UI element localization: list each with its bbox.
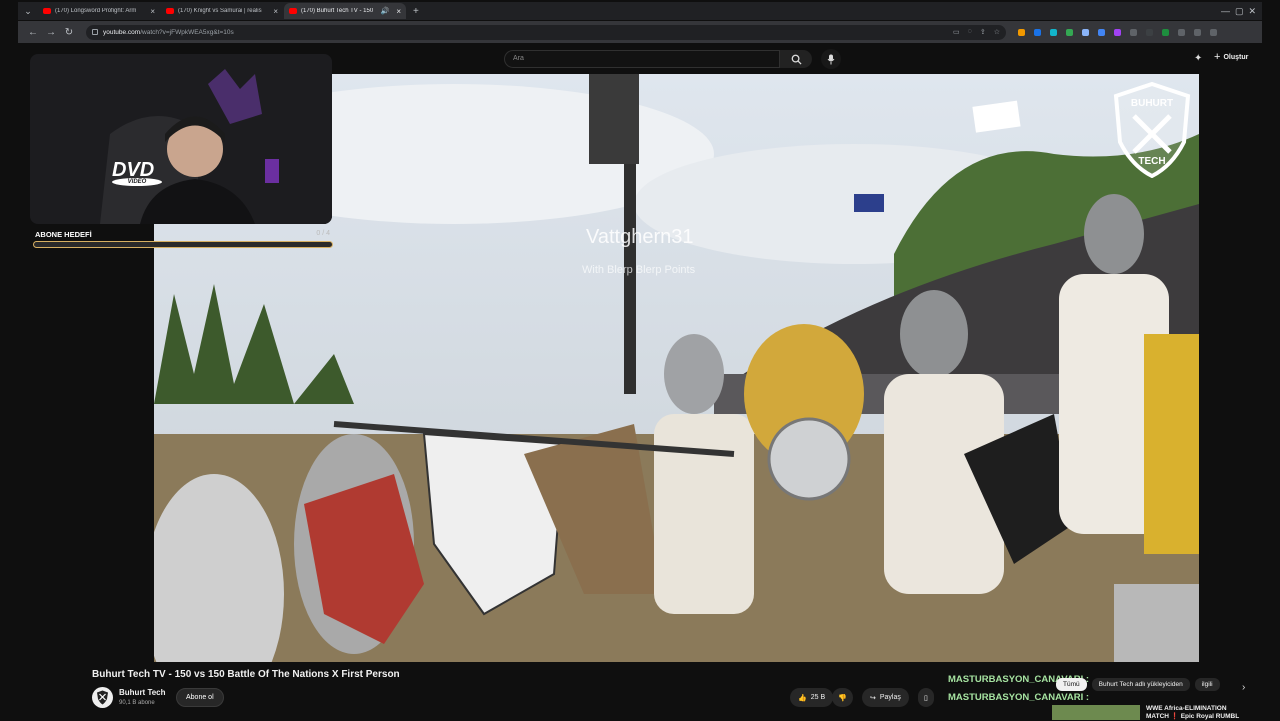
- back-icon[interactable]: ←: [24, 27, 42, 38]
- extension-icon[interactable]: [1082, 28, 1089, 36]
- chip-related[interactable]: ilgili: [1194, 678, 1220, 691]
- speaker-icon[interactable]: 🔊: [381, 7, 390, 15]
- tab-title: (170) Buhurt Tech TV - 150: [301, 8, 374, 14]
- window-controls[interactable]: — ▢ ✕: [1221, 6, 1262, 17]
- url-host: youtube.com: [103, 28, 141, 36]
- cast-icon[interactable]: ▭: [953, 28, 960, 36]
- url-bar[interactable]: youtube.com/watch?v=jFWpkWEA5xg&t=10s ▭ …: [86, 24, 1006, 40]
- extension-icon[interactable]: [1050, 28, 1057, 36]
- channel-subscriber-count: 90,1 B abone: [119, 700, 155, 706]
- related-filter-chips: Tümü Buhurt Tech adlı yükleyiciden ilgil…: [1056, 678, 1220, 691]
- related-video-title-line1: WWE Africa-ELIMINATION: [1146, 705, 1227, 712]
- thumbs-down-icon: 👎: [838, 694, 847, 702]
- extensions-area: [1018, 28, 1217, 36]
- microphone-icon: [827, 54, 835, 64]
- video-overlay-subtitle: With Blerp Blerp Points: [582, 264, 696, 276]
- sub-goal-progress-bar: [33, 241, 333, 248]
- create-button[interactable]: + Oluştur: [1214, 51, 1248, 63]
- svg-text:BUHURT: BUHURT: [1131, 98, 1173, 109]
- streamer-webcam: DVD VIDEO: [30, 54, 332, 224]
- tab-title: (170) Knight vs Samurai | realis: [178, 8, 262, 14]
- related-video-thumbnail[interactable]: [1052, 705, 1140, 720]
- chip-from-uploader[interactable]: Buhurt Tech adlı yükleyiciden: [1091, 678, 1190, 691]
- search-icon: [791, 54, 802, 65]
- subscribe-button[interactable]: Abone ol: [176, 688, 224, 707]
- reload-icon[interactable]: ↻: [60, 27, 78, 38]
- svg-text:TECH: TECH: [1138, 156, 1165, 167]
- webcam-frame: [30, 54, 332, 224]
- plus-icon: +: [1214, 51, 1221, 63]
- channel-shield-icon: [97, 690, 108, 705]
- subscriber-goal-widget: ABONE HEDEFİ 0 / 4: [32, 228, 334, 250]
- profile-icon[interactable]: [1194, 28, 1201, 36]
- chat-line: MASTURBASYON_CANAVARI :: [948, 692, 1090, 703]
- related-video-item[interactable]: WWE Africa-ELIMINATION MATCH ❗ Epic Roya…: [1052, 705, 1262, 720]
- tab-title: (170) Longsword Profight: Arm: [55, 8, 137, 14]
- video-overlay-title: Vattghern31: [586, 226, 694, 248]
- tab-close-icon[interactable]: ×: [273, 7, 278, 16]
- buhurt-tech-logo-watermark: BUHURT TECH: [1113, 82, 1191, 178]
- dvd-logo: DVD VIDEO: [112, 159, 162, 186]
- thumbs-up-icon: 👍: [798, 694, 807, 702]
- channel-avatar[interactable]: [92, 687, 113, 708]
- search-input[interactable]: Ara: [504, 50, 780, 68]
- extension-icon[interactable]: [1018, 28, 1025, 36]
- like-button[interactable]: 👍 25 B: [790, 688, 834, 707]
- extension-icon[interactable]: [1130, 28, 1137, 36]
- bookmark-star-icon[interactable]: ☆: [994, 28, 1000, 36]
- search-button[interactable]: [780, 50, 812, 68]
- browser-tab[interactable]: (170) Knight vs Samurai | realis ×: [161, 3, 283, 19]
- extension-icon[interactable]: [1098, 28, 1105, 36]
- voice-search-button[interactable]: [821, 49, 841, 69]
- save-button[interactable]: ▯: [918, 688, 934, 707]
- youtube-favicon-icon: [166, 8, 174, 14]
- share-icon[interactable]: ⇪: [980, 28, 986, 36]
- sub-goal-count: 0 / 4: [316, 230, 330, 237]
- extension-icon[interactable]: [1066, 28, 1073, 36]
- tab-search-icon[interactable]: ⌄: [18, 2, 38, 20]
- eye-off-icon[interactable]: ◌: [968, 28, 972, 36]
- browser-tab[interactable]: (170) Longsword Profight: Arm ×: [38, 3, 160, 19]
- tab-close-icon[interactable]: ×: [150, 7, 155, 16]
- forward-icon[interactable]: →: [42, 27, 60, 38]
- youtube-favicon-icon: [43, 8, 51, 14]
- related-video-title[interactable]: WWE Africa-ELIMINATION MATCH ❗ Epic Roya…: [1146, 705, 1239, 720]
- share-label: Paylaş: [879, 694, 901, 701]
- like-count: 25 B: [810, 694, 826, 701]
- menu-icon[interactable]: [1210, 28, 1217, 36]
- video-title: Buhurt Tech TV - 150 vs 150 Battle Of Th…: [92, 669, 400, 680]
- share-button[interactable]: ↪ Paylaş: [862, 688, 909, 707]
- browser-tab-strip: ⌄ (170) Longsword Profight: Arm × (170) …: [18, 2, 1262, 20]
- sparkle-icon[interactable]: ✦: [1194, 53, 1202, 64]
- extension-icon[interactable]: [1114, 28, 1121, 36]
- new-tab-icon[interactable]: +: [413, 6, 419, 17]
- browser-tab-active[interactable]: (170) Buhurt Tech TV - 150 🔊 ×: [284, 3, 406, 19]
- tab-close-icon[interactable]: ×: [396, 7, 401, 16]
- youtube-favicon-icon: [289, 8, 297, 14]
- dvd-logo-text: DVD: [112, 159, 155, 181]
- url-path: /watch?v=jFWpkWEA5xg&t=10s: [140, 28, 234, 36]
- channel-name[interactable]: Buhurt Tech: [119, 688, 166, 697]
- chip-all[interactable]: Tümü: [1056, 678, 1087, 691]
- create-label: Oluştur: [1223, 53, 1249, 61]
- sub-goal-label: ABONE HEDEFİ: [35, 230, 92, 239]
- share-arrow-icon: ↪: [870, 694, 876, 702]
- address-toolbar: ← → ↻ youtube.com/watch?v=jFWpkWEA5xg&t=…: [18, 21, 1262, 43]
- extension-icon[interactable]: [1178, 28, 1185, 36]
- extension-icon[interactable]: [1034, 28, 1041, 36]
- extension-icon[interactable]: [1162, 28, 1169, 36]
- extension-icon[interactable]: [1146, 28, 1153, 36]
- site-info-icon[interactable]: [92, 29, 98, 35]
- chevron-right-icon[interactable]: ›: [1242, 682, 1245, 693]
- dislike-button[interactable]: 👎: [832, 688, 853, 707]
- bookmark-icon: ▯: [924, 694, 928, 702]
